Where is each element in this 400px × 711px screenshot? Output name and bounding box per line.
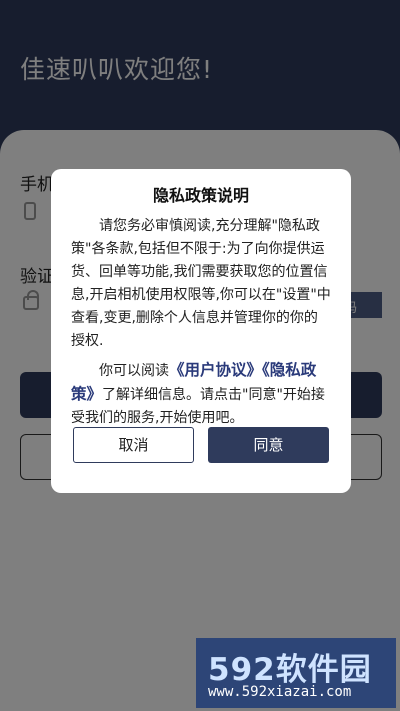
user-agreement-link[interactable]: 《用户协议》 (169, 361, 262, 379)
dialog-body-2: 你可以阅读《用户协议》《隐私政策》了解详细信息。请点击"同意"开始接受我们的服务… (71, 359, 331, 430)
watermark: 592软件园 www.592xiazai.com (196, 638, 396, 708)
cancel-button[interactable]: 取消 (73, 427, 194, 463)
dialog-title: 隐私政策说明 (152, 186, 249, 205)
dialog-buttons: 取消 同意 (73, 427, 329, 463)
agree-button[interactable]: 同意 (208, 427, 329, 463)
watermark-url: www.592xiazai.com (208, 684, 352, 700)
watermark-logo-text: 592软件园 (208, 652, 372, 688)
body2-suffix: 了解详细信息。请点击"同意"开始接受我们的服务,开始使用吧。 (71, 387, 325, 426)
dialog-body: 请您务必审慎阅读,充分理解"隐私政策"各条款,包括但不限于:为了向你提供运货、回… (71, 218, 331, 349)
privacy-dialog: 隐私政策说明 请您务必审慎阅读,充分理解"隐私政策"各条款,包括但不限于:为了向… (51, 169, 351, 493)
body2-prefix: 你可以阅读 (99, 363, 169, 379)
